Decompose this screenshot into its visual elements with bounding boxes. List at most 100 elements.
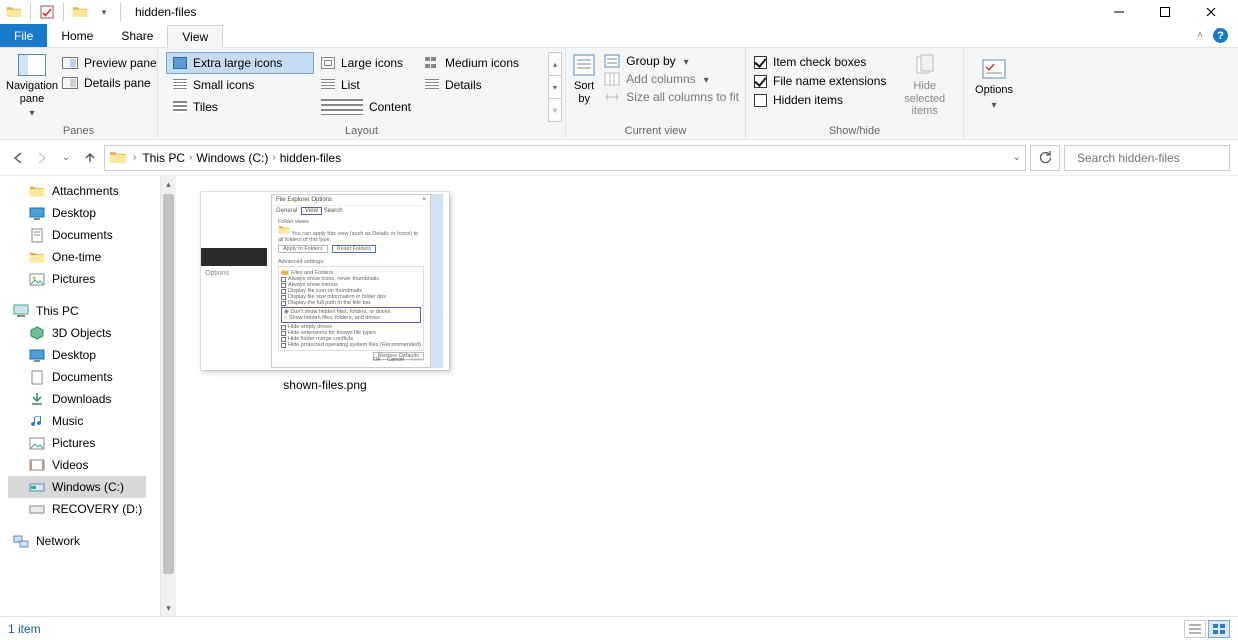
tree-item[interactable]: RECOVERY (D:) (8, 498, 160, 520)
tree-item[interactable]: Videos (8, 454, 160, 476)
tab-share[interactable]: Share (107, 24, 167, 47)
chevron-right-icon[interactable]: › (133, 152, 136, 163)
documents-icon (28, 227, 46, 243)
layout-icon (321, 79, 335, 91)
breadcrumb-item[interactable]: Windows (C:) › (196, 151, 275, 165)
tree-item[interactable]: Desktop (8, 344, 160, 366)
close-button[interactable] (1188, 0, 1234, 24)
pc-icon (12, 303, 30, 319)
add-columns-button[interactable]: Add columns (600, 72, 739, 86)
refresh-button[interactable] (1030, 145, 1060, 171)
ribbon-group-label: Current view (572, 124, 739, 139)
layout-icon (173, 57, 187, 69)
documents-icon (28, 369, 46, 385)
folder-icon (109, 150, 127, 165)
options-button[interactable]: Options (970, 54, 1018, 136)
tree-scrollbar[interactable]: ▴ ▾ (160, 176, 176, 616)
ribbon-group-label: Panes (6, 124, 151, 139)
forward-button[interactable] (32, 146, 52, 170)
view-details-button[interactable] (1184, 620, 1206, 638)
item-checkboxes-toggle[interactable]: Item check boxes (752, 55, 886, 69)
sort-by-label: Sort by (574, 80, 594, 105)
file-thumbnail: Options File Explorer Options× General V… (201, 192, 449, 370)
hide-selected-items-button[interactable]: Hide selected items (892, 50, 957, 124)
file-item[interactable]: Options File Explorer Options× General V… (200, 192, 450, 392)
tree-item[interactable]: Pictures (8, 432, 160, 454)
separator (63, 3, 64, 21)
folder-icon (28, 249, 46, 265)
tree-item[interactable]: 3D Objects (8, 322, 160, 344)
breadcrumb-item[interactable]: hidden-files (280, 151, 341, 165)
qat-properties-icon[interactable] (37, 2, 57, 22)
layout-icon (321, 57, 335, 69)
up-button[interactable] (80, 146, 100, 170)
tree-item-selected[interactable]: Windows (C:) (8, 476, 146, 498)
preview-pane-button[interactable]: Preview pane (62, 56, 157, 70)
tree-item[interactable]: Attachments (8, 180, 160, 202)
ribbon-collapse-icon[interactable]: ˄ (1197, 30, 1203, 41)
qat-customize-dropdown[interactable]: ▾ (94, 2, 114, 22)
search-input[interactable] (1077, 151, 1232, 165)
layout-content[interactable]: Content (314, 96, 418, 118)
file-name-label: shown-files.png (283, 378, 366, 392)
checkbox-icon (754, 56, 767, 69)
tree-item[interactable]: Pictures (8, 268, 160, 290)
tree-item-network[interactable]: Network (8, 530, 160, 552)
navigation-pane-button[interactable]: Navigation pane (6, 50, 58, 124)
size-all-columns-button[interactable]: Size all columns to fit (600, 90, 739, 104)
layout-tiles[interactable]: Tiles (166, 96, 314, 118)
tree-item[interactable]: Desktop (8, 202, 160, 224)
folder-icon (28, 183, 46, 199)
search-box[interactable] (1064, 145, 1230, 171)
back-button[interactable] (8, 146, 28, 170)
layout-gallery-scroll[interactable]: ▴▾▿ (548, 52, 562, 122)
layout-extra-large-icons[interactable]: Extra large icons (166, 52, 314, 74)
ribbon-tabs: File Home Share View ˄ ? (0, 24, 1238, 48)
layout-details[interactable]: Details (418, 74, 542, 96)
help-icon[interactable]: ? (1213, 28, 1228, 43)
tab-home[interactable]: Home (47, 24, 107, 47)
minimize-button[interactable] (1096, 0, 1142, 24)
qat-explorer-icon[interactable] (70, 2, 90, 22)
tree-item-this-pc[interactable]: This PC (8, 300, 160, 322)
group-by-button[interactable]: Group by (600, 54, 739, 68)
layout-medium-icons[interactable]: Medium icons (418, 52, 542, 74)
details-pane-button[interactable]: Details pane (62, 76, 157, 90)
tree-this-pc: This PC 3D Objects Desktop Documents Dow… (8, 300, 160, 520)
maximize-button[interactable] (1142, 0, 1188, 24)
chevron-down-icon (682, 54, 689, 68)
tree-item[interactable]: Downloads (8, 388, 160, 410)
pictures-icon (28, 271, 46, 287)
file-list[interactable]: Options File Explorer Options× General V… (176, 176, 1238, 616)
hidden-items-toggle[interactable]: Hidden items (752, 93, 886, 107)
recent-locations-button[interactable]: ⌄ (56, 146, 76, 170)
tree-item[interactable]: Music (8, 410, 160, 432)
item-count: 1 item (8, 622, 41, 636)
navigation-toolbar: ⌄ › This PC › Windows (C:) › hidden-file… (0, 140, 1238, 176)
layout-list[interactable]: List (314, 74, 418, 96)
desktop-icon (28, 347, 46, 363)
titlebar: ▾ hidden-files (0, 0, 1238, 24)
navigation-tree[interactable]: Attachments Desktop Documents One-time P… (0, 176, 160, 616)
layout-icon (173, 79, 187, 91)
main-area: Attachments Desktop Documents One-time P… (0, 176, 1238, 616)
chevron-right-icon[interactable]: › (272, 152, 275, 163)
address-history-dropdown[interactable]: ⌄ (1013, 152, 1021, 163)
navigation-pane-label: Navigation pane (6, 80, 58, 105)
chevron-right-icon[interactable]: › (189, 152, 192, 163)
ribbon: Navigation pane Preview pane Details pan… (0, 48, 1238, 140)
tree-item[interactable]: One-time (8, 246, 160, 268)
view-large-icons-button[interactable] (1208, 620, 1230, 638)
tree-item[interactable]: Documents (8, 224, 160, 246)
tree-item[interactable]: Documents (8, 366, 160, 388)
sort-by-button[interactable]: Sort by (572, 50, 596, 124)
desktop-icon (28, 205, 46, 221)
file-name-extensions-toggle[interactable]: File name extensions (752, 74, 886, 88)
qat-folder-icon (4, 2, 24, 22)
layout-large-icons[interactable]: Large icons (314, 52, 418, 74)
tab-view[interactable]: View (167, 25, 223, 48)
breadcrumb-item[interactable]: This PC › (142, 151, 192, 165)
tab-file[interactable]: File (0, 24, 47, 47)
address-bar[interactable]: › This PC › Windows (C:) › hidden-files … (104, 145, 1026, 171)
layout-small-icons[interactable]: Small icons (166, 74, 314, 96)
